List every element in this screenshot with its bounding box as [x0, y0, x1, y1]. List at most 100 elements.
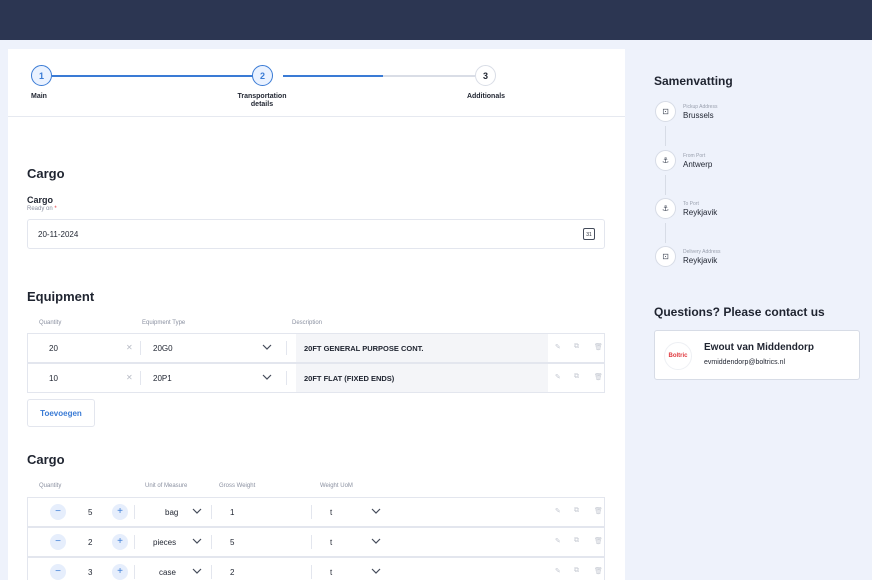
cargo-quantity-value[interactable]: 3: [88, 558, 92, 580]
delete-icon[interactable]: 🗑: [594, 373, 603, 381]
timeline-connector: [665, 175, 666, 195]
copy-icon[interactable]: ⧉: [574, 373, 579, 381]
anchor-icon: ⚓: [655, 198, 676, 219]
copy-icon[interactable]: ⧉: [574, 567, 579, 575]
edit-icon[interactable]: ✎: [555, 567, 561, 575]
equipment-row: 20 ✕ 20G0 20FT GENERAL PURPOSE CONT. ✎ ⧉…: [27, 333, 605, 363]
contact-email[interactable]: evmiddendorp@boltrics.nl: [704, 359, 785, 366]
chevron-down-icon[interactable]: [192, 506, 202, 516]
gross-weight-input[interactable]: 1: [230, 498, 234, 526]
cargo-quantity-value[interactable]: 5: [88, 498, 92, 526]
cargo-items-section-title: Cargo: [27, 452, 65, 467]
main-panel: 1 Main 2 Transportation details 3 Additi…: [8, 49, 625, 580]
cargo-col-unit: Unit of Measure: [145, 483, 188, 489]
cargo-col-gross-weight: Gross Weight: [219, 483, 256, 489]
cargo-row: − 3 + case 2 t ✎ ⧉ 🗑: [27, 557, 605, 580]
copy-icon[interactable]: ⧉: [574, 507, 579, 515]
ready-on-date-input[interactable]: 20-11-2024 31: [27, 219, 605, 249]
step-2-circle[interactable]: 2: [252, 65, 273, 86]
increment-button[interactable]: +: [112, 504, 128, 520]
chevron-down-icon[interactable]: [371, 536, 381, 546]
cargo-row: − 5 + bag 1 t ✎ ⧉ 🗑: [27, 497, 605, 527]
chevron-down-icon[interactable]: [192, 536, 202, 546]
divider: [140, 341, 141, 355]
copy-icon[interactable]: ⧉: [574, 343, 579, 351]
cargo-quantity-value[interactable]: 2: [88, 528, 92, 556]
cargo-row: − 2 + pieces 5 t ✎ ⧉ 🗑: [27, 527, 605, 557]
copy-icon[interactable]: ⧉: [574, 537, 579, 545]
step-1-circle[interactable]: 1: [31, 65, 52, 86]
address-icon: ⊡: [655, 101, 676, 122]
equipment-section-title: Equipment: [27, 289, 95, 304]
weight-uom-select[interactable]: t: [330, 498, 332, 526]
cargo-col-quantity: Quantity: [39, 483, 62, 489]
unit-select[interactable]: case: [159, 558, 176, 580]
clear-icon[interactable]: ✕: [126, 373, 133, 382]
summary-item-value: Antwerp: [683, 160, 713, 169]
chevron-down-icon[interactable]: [371, 566, 381, 576]
equipment-description: 20FT GENERAL PURPOSE CONT.: [304, 343, 424, 353]
summary-sidebar: Samenvatting ⊡ Pickup Address Brussels ⚓…: [625, 49, 872, 580]
stepper-line-progress: [283, 75, 383, 77]
summary-item-label: To Port: [683, 201, 699, 207]
edit-icon[interactable]: ✎: [555, 373, 561, 381]
equipment-col-description: Description: [292, 320, 323, 326]
divider: [311, 535, 312, 549]
decrement-button[interactable]: −: [50, 564, 66, 580]
increment-button[interactable]: +: [112, 564, 128, 580]
divider: [134, 505, 135, 519]
chevron-down-icon[interactable]: [192, 566, 202, 576]
gross-weight-input[interactable]: 2: [230, 558, 234, 580]
edit-icon[interactable]: ✎: [555, 507, 561, 515]
stepper: 1 Main 2 Transportation details 3 Additi…: [8, 49, 625, 117]
delete-icon[interactable]: 🗑: [594, 507, 603, 515]
contact-card: Boltric Ewout van Middendorp evmiddendor…: [654, 330, 860, 380]
divider: [311, 505, 312, 519]
increment-button[interactable]: +: [112, 534, 128, 550]
add-equipment-button[interactable]: Toevoegen: [27, 399, 95, 427]
calendar-icon[interactable]: 31: [583, 228, 595, 240]
equipment-type-select[interactable]: 20P1: [153, 364, 172, 392]
delete-icon[interactable]: 🗑: [594, 567, 603, 575]
decrement-button[interactable]: −: [50, 534, 66, 550]
step-1-label: Main: [31, 93, 47, 100]
clear-icon[interactable]: ✕: [126, 343, 133, 352]
timeline-connector: [665, 223, 666, 243]
equipment-type-select[interactable]: 20G0: [153, 334, 173, 362]
gross-weight-input[interactable]: 5: [230, 528, 234, 556]
top-navbar: [0, 0, 872, 40]
timeline-connector: [665, 126, 666, 146]
chevron-down-icon[interactable]: [262, 372, 272, 382]
unit-select[interactable]: bag: [165, 498, 178, 526]
step-3-circle[interactable]: 3: [475, 65, 496, 86]
delete-icon[interactable]: 🗑: [594, 343, 603, 351]
divider: [211, 535, 212, 549]
divider: [211, 505, 212, 519]
edit-icon[interactable]: ✎: [555, 343, 561, 351]
decrement-button[interactable]: −: [50, 504, 66, 520]
equipment-quantity-input[interactable]: 20: [49, 334, 58, 362]
chevron-down-icon[interactable]: [371, 506, 381, 516]
chevron-down-icon[interactable]: [262, 342, 272, 352]
summary-title: Samenvatting: [654, 74, 733, 88]
divider: [211, 565, 212, 579]
summary-item-value: Reykjavik: [683, 208, 718, 217]
equipment-col-quantity: Quantity: [39, 320, 62, 326]
delete-icon[interactable]: 🗑: [594, 537, 603, 545]
divider: [140, 371, 141, 385]
unit-select[interactable]: pieces: [153, 528, 176, 556]
cargo-section-title: Cargo: [27, 166, 65, 181]
ready-on-value: 20-11-2024: [38, 229, 79, 239]
boltrics-logo: Boltric: [664, 342, 692, 370]
edit-icon[interactable]: ✎: [555, 537, 561, 545]
required-marker: *: [54, 206, 57, 212]
summary-item-value: Brussels: [683, 111, 714, 120]
summary-item-value: Reykjavik: [683, 256, 718, 265]
weight-uom-select[interactable]: t: [330, 528, 332, 556]
equipment-quantity-input[interactable]: 10: [49, 364, 58, 392]
address-icon: ⊡: [655, 246, 676, 267]
weight-uom-select[interactable]: t: [330, 558, 332, 580]
stepper-line-completed: [52, 75, 262, 77]
equipment-col-type: Equipment Type: [142, 320, 186, 326]
anchor-icon: ⚓: [655, 150, 676, 171]
